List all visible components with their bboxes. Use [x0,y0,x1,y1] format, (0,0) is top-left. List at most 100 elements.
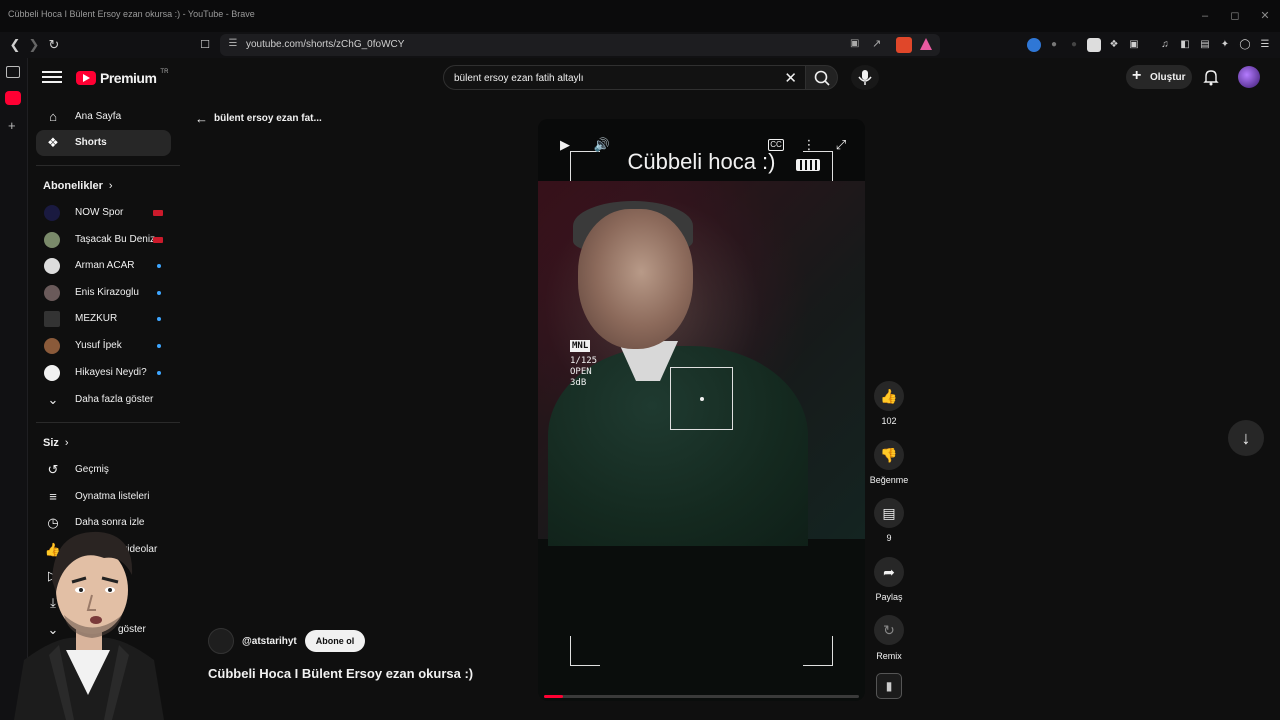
puzzle-icon[interactable]: ❖ [1107,38,1121,52]
guide-menu-icon[interactable] [42,68,62,86]
brave-rewards-icon[interactable] [920,38,932,50]
nav-item-shorts[interactable]: ❖ Shorts [36,130,171,156]
captions-icon[interactable]: CC [768,139,784,151]
channel-avatar [44,311,60,327]
viewfinder-corner [803,636,833,666]
plus-icon: + [1132,67,1142,84]
new-content-dot [157,291,161,295]
logo-text: Premium [100,70,157,86]
nav-item-label: Geçmiş [75,464,109,475]
bell-icon [1203,70,1219,86]
subscriptions-header[interactable]: Abonelikler › [43,180,113,192]
dislike-label: Beğenme [869,475,909,485]
audio-wave-icon: ▮ [885,679,893,693]
youtube-panel-icon[interactable] [5,91,21,105]
channel-name[interactable]: @atstarihyt [242,636,297,647]
youtube-play-icon [76,71,96,85]
extension-icon[interactable]: ● [1047,38,1061,52]
streamer-avatar-overlay [14,531,164,720]
comments-button[interactable]: ▤ [874,498,904,528]
bookmark-icon[interactable]: ☐ [196,36,214,54]
share-page-icon[interactable]: ↗ [872,37,886,51]
channel-avatar [44,205,60,221]
notifications-button[interactable] [1201,67,1221,87]
brave-shields-icon[interactable] [896,37,912,53]
cast-icon[interactable]: ▣ [850,38,864,52]
more-options-icon[interactable]: ⋮ [800,136,818,154]
clear-search-icon[interactable]: ✕ [784,69,797,87]
voice-search-button[interactable] [851,65,879,90]
subscription-label: Yusuf İpek [75,340,122,351]
extension-icon[interactable]: ▣ [1127,38,1141,52]
extension-icon[interactable] [1087,38,1101,52]
sidebar-toggle-icon[interactable]: ◧ [1178,38,1192,52]
close-window-button[interactable]: ✕ [1245,6,1280,26]
menu-icon[interactable]: ☰ [1258,38,1272,52]
reload-icon[interactable]: ↻ [45,36,63,54]
extension-icon[interactable] [1027,38,1041,52]
search-button[interactable] [805,65,838,90]
sidebar-panel-icon[interactable] [6,66,20,78]
account-avatar[interactable] [1238,66,1260,88]
fullscreen-icon[interactable]: ⤢ [832,136,850,154]
nav-item-home[interactable]: ⌂ Ana Sayfa [36,104,171,130]
sound-thumbnail[interactable]: ▮ [876,673,902,699]
subscription-item[interactable]: Arman ACAR [36,253,171,279]
subscription-label: Taşacak Bu Deniz [75,234,156,245]
remix-button[interactable]: ↻ [874,615,904,645]
subscription-item[interactable]: Yusuf İpek [36,333,171,359]
add-panel-icon[interactable]: + [8,118,16,133]
subscription-item[interactable]: Taşacak Bu Deniz [36,227,171,253]
back-to-search-link[interactable]: ← bülent ersoy ezan fat... [195,110,322,126]
channel-avatar[interactable] [208,628,234,654]
back-label: bülent ersoy ezan fat... [214,112,322,124]
you-header[interactable]: Siz › [43,437,69,449]
subscription-item[interactable]: NOW Spor [36,200,171,226]
comment-count: 9 [886,533,892,543]
youtube-logo[interactable]: Premium TR [76,68,168,88]
share-button[interactable]: ➦ [874,557,904,587]
create-button[interactable]: + Oluştur [1126,65,1192,89]
leo-ai-icon[interactable]: ✦ [1218,38,1232,52]
microphone-icon [858,70,872,85]
wallet-icon[interactable]: ▤ [1198,38,1212,52]
site-info-icon[interactable]: ☰ [226,38,240,52]
channel-avatar [44,232,60,248]
shorts-video-player[interactable]: Cübbeli hoca :) MNL 1/125 OPEN 3dB ▶ 🔊 C… [538,119,865,701]
music-icon[interactable]: ♫ [1158,38,1172,52]
subscription-item[interactable]: Enis Kirazoglu [36,280,171,306]
subscription-item[interactable]: MEZKUR [36,306,171,332]
like-button[interactable]: 👍 [874,381,904,411]
nav-item-history[interactable]: ↺ Geçmiş [36,457,171,483]
shorts-icon: ❖ [47,135,59,150]
vpn-icon[interactable]: ◯ [1238,38,1252,52]
forward-icon[interactable]: ❯ [25,36,43,54]
video-progress-fill [544,695,563,698]
new-content-dot [157,317,161,321]
divider [36,165,180,166]
video-progress-bar[interactable] [544,695,859,698]
next-video-button[interactable]: ↓ [1228,420,1264,456]
volume-icon[interactable]: 🔊 [593,136,611,154]
show-more-subscriptions[interactable]: ⌄ Daha fazla göster [36,387,171,413]
new-content-dot [157,344,161,348]
logo-country: TR [160,69,169,75]
subscription-label: NOW Spor [75,207,124,218]
nav-item-playlists[interactable]: ≡ Oynatma listeleri [36,484,171,510]
back-icon[interactable]: ❮ [6,36,24,54]
search-input[interactable]: bülent ersoy ezan fatih altaylı ✕ [443,65,806,90]
you-title: Siz [43,437,59,449]
video-person-head [578,209,693,349]
channel-avatar [44,338,60,354]
nav-item-label: Shorts [75,137,107,148]
address-bar[interactable]: ☰ youtube.com/shorts/zChG_0foWCY ▣ ↗ [220,34,940,56]
subscription-item[interactable]: Hikayesi Neydi? [36,360,171,386]
subscribe-button[interactable]: Abone ol [304,630,366,652]
new-content-dot [157,264,161,268]
extension-icon[interactable]: ● [1067,38,1081,52]
dislike-button[interactable]: 👎 [874,440,904,470]
playlist-icon: ≡ [49,489,57,504]
chevron-right-icon: › [64,437,69,449]
live-badge [153,237,163,243]
play-icon[interactable]: ▶ [556,136,574,154]
